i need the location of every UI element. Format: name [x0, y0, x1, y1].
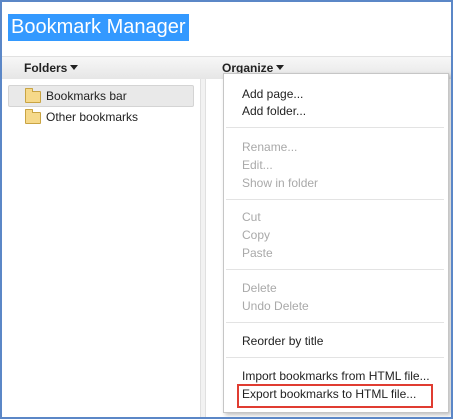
folder-item-bookmarks-bar[interactable]: Bookmarks bar	[8, 85, 194, 107]
app-title[interactable]: Bookmark Manager	[8, 14, 189, 41]
export-highlight-box	[237, 384, 433, 408]
folder-label: Bookmarks bar	[46, 89, 127, 103]
menu-item-copy[interactable]: Copy	[242, 227, 270, 243]
folder-icon	[25, 109, 41, 124]
menu-separator	[226, 127, 444, 128]
title-bar: Bookmark Manager	[2, 2, 451, 54]
folder-tree: Bookmarks bar Other bookmarks	[2, 79, 200, 417]
folders-menu-label: Folders	[24, 61, 68, 75]
caret-down-icon	[70, 65, 79, 71]
menu-separator	[226, 199, 444, 200]
menu-item-add-page[interactable]: Add page...	[242, 86, 303, 102]
menu-separator	[226, 322, 444, 323]
folder-icon	[25, 88, 41, 103]
menu-item-show-in-folder[interactable]: Show in folder	[242, 175, 318, 191]
menu-item-import-bookmarks[interactable]: Import bookmarks from HTML file...	[242, 368, 430, 384]
bookmark-manager-window: Bookmark Manager Folders Organize Bookma…	[0, 0, 453, 419]
folder-label: Other bookmarks	[46, 110, 139, 124]
menu-item-edit[interactable]: Edit...	[242, 157, 273, 173]
folder-item-other-bookmarks[interactable]: Other bookmarks	[9, 107, 193, 127]
menu-separator	[226, 269, 444, 270]
menu-item-cut[interactable]: Cut	[242, 209, 261, 225]
menu-separator	[226, 357, 444, 358]
menu-item-paste[interactable]: Paste	[242, 245, 273, 261]
folders-menu-button[interactable]: Folders	[24, 59, 79, 77]
menu-item-add-folder[interactable]: Add folder...	[242, 103, 306, 119]
menu-item-reorder-by-title[interactable]: Reorder by title	[242, 333, 323, 349]
organize-dropdown-menu: Add page... Add folder... Rename... Edit…	[223, 73, 449, 413]
menu-item-delete[interactable]: Delete	[242, 280, 277, 296]
menu-item-rename[interactable]: Rename...	[242, 139, 297, 155]
caret-down-icon	[276, 65, 285, 71]
menu-item-undo-delete[interactable]: Undo Delete	[242, 298, 309, 314]
